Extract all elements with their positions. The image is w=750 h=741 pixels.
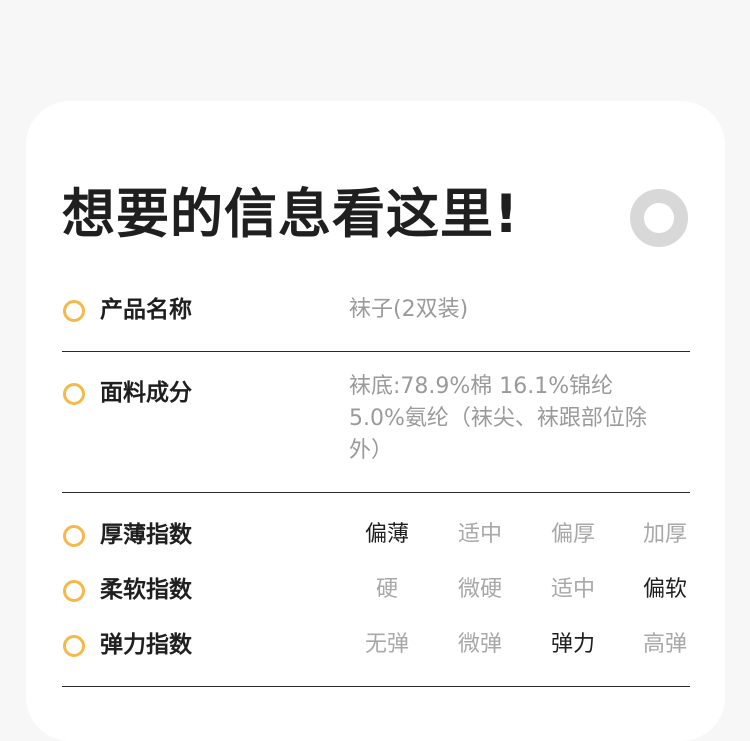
index-option: 加厚: [642, 522, 687, 547]
page-title: 想要的信息看这里!: [62, 184, 520, 245]
circle-bullet-icon: [63, 525, 85, 547]
index-label: 柔软指数: [100, 577, 192, 603]
fabric-value: 袜底:78.9%棉 16.1%锦纶 5.0%氨纶（袜尖、袜跟部位除外）: [349, 374, 647, 463]
circle-bullet-icon: [63, 383, 85, 405]
index-option: 偏薄: [364, 522, 409, 547]
product-name-label: 产品名称: [100, 297, 192, 323]
circle-bullet-icon: [63, 635, 85, 657]
divider: [62, 492, 690, 493]
divider: [62, 686, 690, 687]
product-name-value: 袜子(2双装): [349, 297, 469, 322]
index-option: 无弹: [364, 632, 409, 657]
index-option: 适中: [457, 522, 502, 547]
index-option: 弹力: [550, 632, 595, 657]
index-option: 偏软: [642, 577, 687, 602]
index-option: 微硬: [457, 577, 502, 602]
ring-icon: [630, 189, 688, 247]
page: { "header": { "title": "想要的信息看这里!" }, "p…: [0, 0, 750, 741]
index-option: 适中: [550, 577, 595, 602]
index-option: 高弹: [642, 632, 687, 657]
fabric-label: 面料成分: [100, 380, 192, 406]
index-option: 硬: [375, 577, 398, 602]
divider: [62, 351, 690, 352]
circle-bullet-icon: [63, 580, 85, 602]
index-label: 厚薄指数: [100, 522, 192, 548]
circle-bullet-icon: [63, 300, 85, 322]
index-option: 偏厚: [550, 522, 595, 547]
index-option: 微弹: [457, 632, 502, 657]
index-label: 弹力指数: [100, 632, 192, 658]
